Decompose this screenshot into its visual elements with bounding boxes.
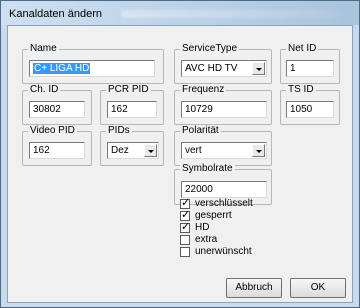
pids-combo[interactable]: Dez xyxy=(107,142,159,159)
checkbox-label: HD xyxy=(195,222,210,233)
ch-id-label: Ch. ID xyxy=(28,84,61,96)
group-ch-id: Ch. ID 30802 xyxy=(22,84,92,125)
service-type-value: AVC HD TV xyxy=(185,63,238,74)
symbolrate-field[interactable]: 22000 xyxy=(181,181,267,198)
pcr-pid-field[interactable]: 162 xyxy=(107,101,157,118)
window-title: Kanaldaten ändern xyxy=(9,8,102,20)
service-type-combo[interactable]: AVC HD TV xyxy=(181,60,267,77)
ts-id-label: TS ID xyxy=(286,84,316,96)
frequenz-value: 10729 xyxy=(185,104,213,115)
net-id-field[interactable]: 1 xyxy=(286,60,334,77)
name-field[interactable]: C+ LIGA HD xyxy=(29,60,155,77)
checkbox-label: verschlüsselt xyxy=(195,198,253,209)
name-label: Name xyxy=(28,43,59,55)
checkbox-label: extra xyxy=(195,234,218,245)
group-service-type: ServiceType AVC HD TV xyxy=(174,43,272,84)
chevron-down-icon[interactable] xyxy=(144,144,157,157)
service-type-label: ServiceType xyxy=(180,43,240,55)
group-name: Name C+ LIGA HD xyxy=(22,43,164,84)
group-pcr-pid: PCR PID 162 xyxy=(100,84,164,125)
title-bar[interactable]: Kanaldaten ändern xyxy=(1,1,359,25)
polaritaet-value: vert xyxy=(185,145,202,156)
pids-label: PIDs xyxy=(106,125,132,137)
ch-id-value: 30802 xyxy=(33,104,61,115)
ts-id-value: 1050 xyxy=(290,104,313,115)
cancel-button[interactable]: Abbruch xyxy=(226,278,282,298)
group-net-id: Net ID 1 xyxy=(280,43,340,84)
frequenz-field[interactable]: 10729 xyxy=(181,101,267,118)
chevron-down-icon[interactable] xyxy=(252,62,265,75)
group-frequenz: Frequenz 10729 xyxy=(174,84,272,125)
dialog-client-area: Name C+ LIGA HD ServiceType AVC HD TV Ne… xyxy=(7,25,353,303)
ch-id-field[interactable]: 30802 xyxy=(29,101,85,118)
checkbox-label: gesperrt xyxy=(195,210,232,221)
group-video-pid: Video PID 162 xyxy=(22,125,92,166)
pcr-pid-label: PCR PID xyxy=(106,84,151,96)
ok-button[interactable]: OK xyxy=(290,278,346,298)
video-pid-value: 162 xyxy=(33,145,50,156)
symbolrate-value: 22000 xyxy=(185,184,213,195)
dialog-window: Kanaldaten ändern Name C+ LIGA HD Servic… xyxy=(0,0,360,308)
ts-id-field[interactable]: 1050 xyxy=(286,101,334,118)
group-polaritaet: Polarität vert xyxy=(174,125,272,166)
checkbox-box[interactable] xyxy=(180,247,190,257)
pids-value: Dez xyxy=(111,145,129,156)
net-id-value: 1 xyxy=(290,63,296,74)
group-pids: PIDs Dez xyxy=(100,125,164,166)
video-pid-label: Video PID xyxy=(28,125,77,137)
checkbox-box[interactable] xyxy=(180,221,190,233)
pcr-pid-value: 162 xyxy=(111,104,128,115)
name-field-selected-text: C+ LIGA HD xyxy=(33,63,91,74)
frequenz-label: Frequenz xyxy=(180,84,227,96)
polaritaet-label: Polarität xyxy=(180,125,221,137)
symbolrate-label: Symbolrate xyxy=(180,163,235,175)
polaritaet-combo[interactable]: vert xyxy=(181,142,267,159)
video-pid-field[interactable]: 162 xyxy=(29,142,85,159)
net-id-label: Net ID xyxy=(286,43,319,55)
checkbox-box[interactable] xyxy=(180,235,190,245)
title-bar-background-blur xyxy=(121,10,341,18)
chevron-down-icon[interactable] xyxy=(252,144,265,157)
group-ts-id: TS ID 1050 xyxy=(280,84,340,125)
checkbox-label: unerwünscht xyxy=(195,246,252,257)
